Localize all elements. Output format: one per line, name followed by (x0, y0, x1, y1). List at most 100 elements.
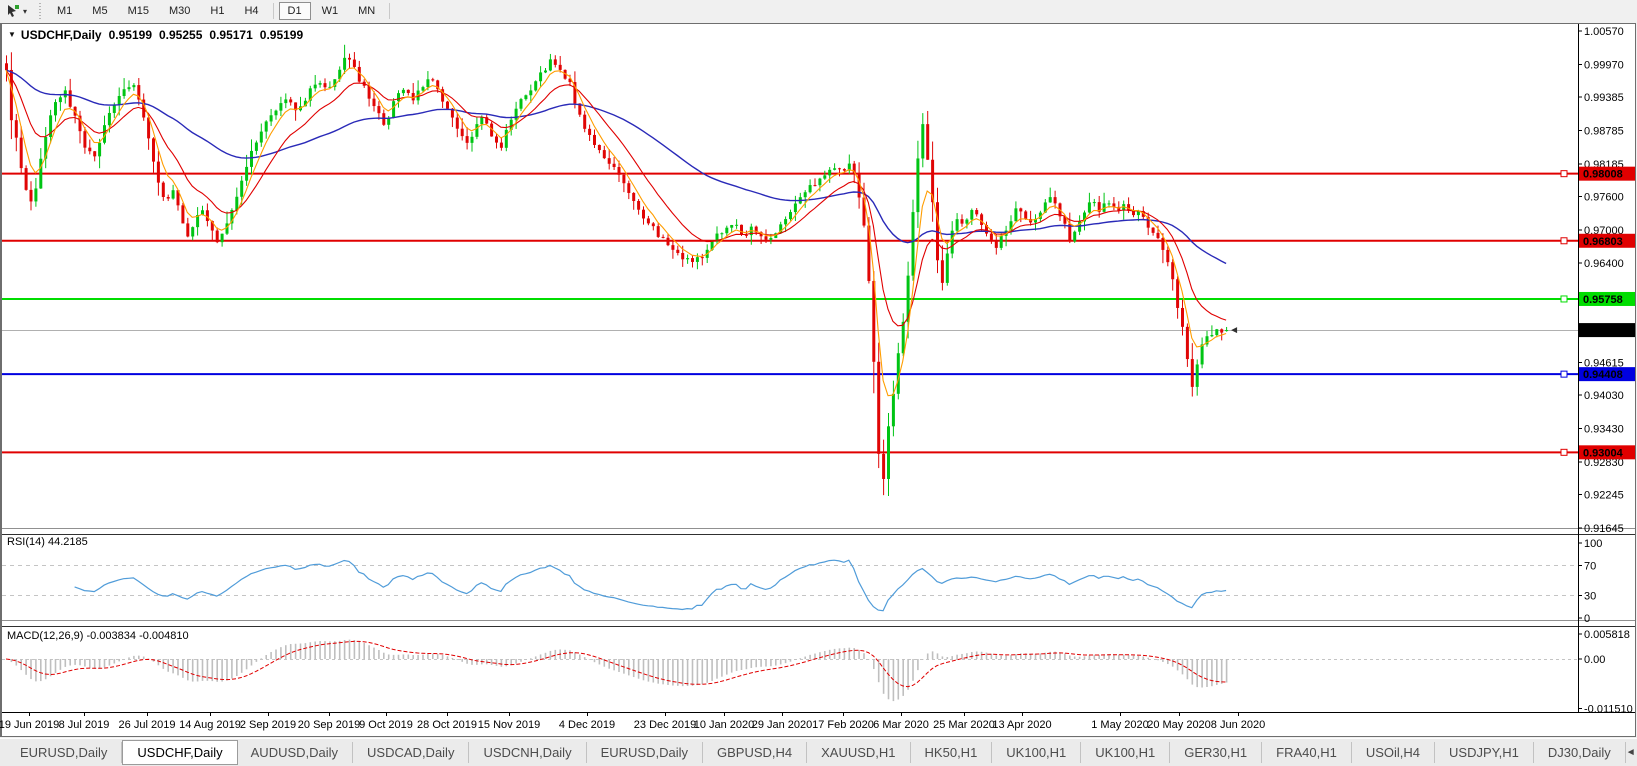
bottom-tab-usoil-h4[interactable]: USOil,H4 (1352, 742, 1435, 763)
level-drag-handle[interactable] (1561, 449, 1567, 455)
timeframe-button-m1[interactable]: M1 (48, 2, 81, 20)
bottom-tab-usdchf-daily[interactable]: USDCHF,Daily (122, 740, 237, 765)
candle-body (392, 101, 395, 118)
timeframe-button-m30[interactable]: M30 (160, 2, 199, 20)
timeframe-button-m15[interactable]: M15 (119, 2, 158, 20)
bottom-tab-usdcnh-daily[interactable]: USDCNH,Daily (469, 742, 586, 763)
date-tick-label: 20 May 2020 (1147, 719, 1211, 731)
macd-indicator-label: MACD(12,26,9) -0.003834 -0.004810 (7, 630, 189, 642)
bottom-tab-xauusd-h1[interactable]: XAUUSD,H1 (807, 742, 910, 763)
candle-body (505, 130, 508, 148)
bottom-tab-gbpusd-h4[interactable]: GBPUSD,H4 (703, 742, 807, 763)
candle-body (941, 260, 944, 283)
candle-body (54, 102, 57, 115)
candle-body (603, 150, 606, 158)
rsi-tick-label: 0 (1584, 613, 1590, 625)
bottom-tab-eurusd-daily[interactable]: EURUSD,Daily (6, 742, 122, 763)
bottom-tab-dj30-daily[interactable]: DJ30,Daily (1534, 742, 1626, 763)
candle-body (1108, 203, 1111, 204)
candle-body (1166, 250, 1169, 262)
candle-body (515, 109, 518, 120)
price-tick-label: 1.00570 (1584, 26, 1624, 38)
candle-body (583, 115, 586, 129)
candle-body (108, 113, 111, 125)
candle-body (240, 181, 243, 197)
candle-body (113, 105, 116, 113)
candle-body (637, 201, 640, 210)
level-drag-handle[interactable] (1561, 171, 1567, 177)
chart-tab-bar: EURUSD,DailyUSDCHF,DailyAUDUSD,DailyUSDC… (0, 738, 1637, 766)
level-drag-handle[interactable] (1561, 296, 1567, 302)
bottom-tab-hk50-h1[interactable]: HK50,H1 (911, 742, 993, 763)
level-drag-handle[interactable] (1561, 238, 1567, 244)
candle-body (995, 240, 998, 248)
candle-body (93, 151, 96, 156)
candle-body (818, 179, 821, 186)
tab-scroll-left-icon[interactable]: ◄ (1626, 747, 1636, 758)
date-tick-label: 13 Apr 2020 (992, 719, 1051, 731)
candle-body (725, 228, 728, 234)
timeframe-button-w1[interactable]: W1 (313, 2, 348, 20)
candle-body (1196, 364, 1199, 386)
cursor-tool-icon[interactable] (3, 2, 23, 20)
candle-body (157, 162, 160, 183)
candle-body (828, 170, 831, 176)
bottom-tab-audusd-daily[interactable]: AUDUSD,Daily (237, 742, 353, 763)
level-drag-handle[interactable] (1561, 371, 1567, 377)
timeframe-toolbar: M1M5M15M30H1H4 D1W1MN (47, 0, 385, 22)
toolbar-separator (389, 3, 390, 19)
bottom-tab-usdcad-daily[interactable]: USDCAD,Daily (353, 742, 469, 763)
candle-body (461, 129, 464, 136)
top-toolbar: ▾ M1M5M15M30H1H4 D1W1MN (0, 0, 1637, 22)
candle-body (500, 143, 503, 148)
candle-body (495, 136, 498, 142)
candle-body (642, 210, 645, 219)
timeframe-button-d1[interactable]: D1 (279, 2, 311, 20)
candle-body (946, 254, 949, 283)
candle-body (343, 58, 346, 70)
candle-body (833, 168, 836, 170)
candle-body (667, 238, 670, 245)
price-tick-label: 0.99385 (1584, 92, 1624, 104)
candle-body (422, 87, 425, 90)
ma-mid-line (6, 70, 1226, 326)
candle-body (804, 192, 807, 197)
last-price-arrow (1231, 327, 1237, 333)
candle-body (319, 83, 322, 85)
bottom-tab-fra40-h1[interactable]: FRA40,H1 (1262, 742, 1352, 763)
date-tick-label: 25 Mar 2020 (933, 719, 995, 731)
candle-body (1176, 279, 1179, 308)
level-chip-label: 0.94408 (1583, 369, 1623, 381)
collapse-triangle-icon[interactable]: ▼ (8, 30, 16, 39)
bottom-tab-eurusd-daily[interactable]: EURUSD,Daily (587, 742, 703, 763)
candle-body (843, 169, 846, 171)
toolbar-grip[interactable] (37, 3, 43, 19)
candle-body (1088, 202, 1091, 212)
timeframe-button-h1[interactable]: H1 (201, 2, 233, 20)
candle-body (632, 193, 635, 201)
ohlc-close: 0.95199 (260, 28, 303, 42)
candle-body (368, 86, 371, 99)
candlestick-chart[interactable]: 1.005700.999700.993850.987850.981850.976… (2, 24, 1635, 736)
candle-body (681, 253, 684, 259)
candle-body (88, 148, 91, 152)
bottom-tab-uk100-h1[interactable]: UK100,H1 (992, 742, 1081, 763)
candle-body (686, 258, 689, 259)
bottom-tab-uk100-h1[interactable]: UK100,H1 (1081, 742, 1170, 763)
candle-body (1049, 197, 1052, 202)
bottom-tab-usdjpy-h1[interactable]: USDJPY,H1 (1435, 742, 1534, 763)
dropdown-caret-icon[interactable]: ▾ (23, 7, 33, 16)
timeframe-button-m5[interactable]: M5 (83, 2, 116, 20)
bottom-tab-ger30-h1[interactable]: GER30,H1 (1170, 742, 1262, 763)
candle-body (696, 257, 699, 262)
rsi-tick-label: 100 (1584, 538, 1602, 550)
candle-body (921, 124, 924, 158)
macd-tick-label: 0.005818 (1584, 629, 1630, 641)
timeframe-button-mn[interactable]: MN (349, 2, 384, 20)
candle-body (990, 234, 993, 240)
timeframe-button-h4[interactable]: H4 (235, 2, 267, 20)
candle-body (1054, 197, 1057, 203)
candle-body (245, 167, 248, 181)
candle-body (172, 190, 175, 198)
date-tick-label: 1 May 2020 (1091, 719, 1148, 731)
